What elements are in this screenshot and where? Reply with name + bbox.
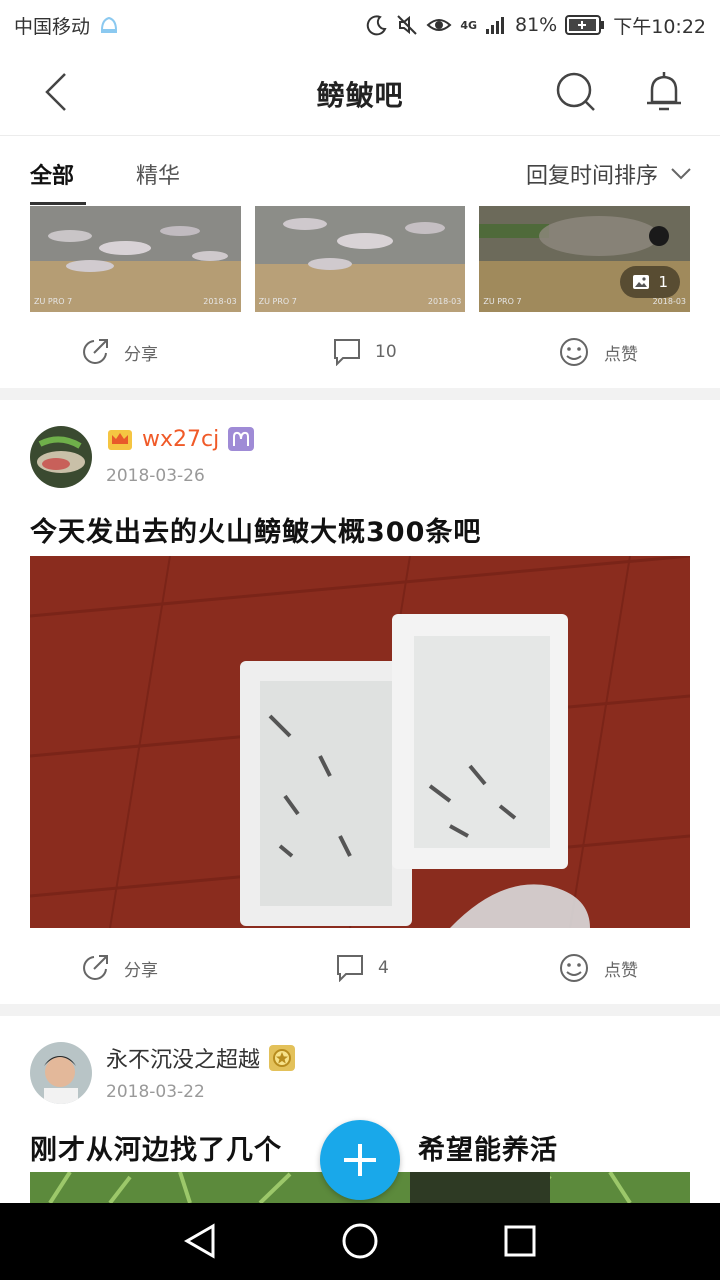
share-button[interactable]: 分享 bbox=[80, 940, 158, 996]
badge-medal-icon bbox=[269, 1045, 296, 1071]
search-button[interactable] bbox=[552, 68, 600, 116]
like-button[interactable]: 点赞 bbox=[558, 940, 638, 996]
comment-icon bbox=[334, 339, 360, 366]
carrier-label: 中国移动 bbox=[14, 15, 91, 38]
system-recents-button[interactable] bbox=[500, 1221, 540, 1261]
photo-date: 2018-03 bbox=[652, 297, 687, 306]
system-navigation-bar bbox=[0, 1203, 720, 1280]
share-icon bbox=[83, 955, 108, 980]
watermark: ZU PRO 7 bbox=[258, 297, 297, 306]
watermark: ZU PRO 7 bbox=[34, 297, 73, 306]
post-image[interactable] bbox=[30, 556, 690, 928]
bell-icon bbox=[647, 72, 681, 111]
clock: 下午10:22 bbox=[613, 15, 706, 38]
photo-date: 2018-03 bbox=[203, 297, 237, 306]
notification-button[interactable] bbox=[640, 68, 688, 116]
image-icon bbox=[633, 275, 650, 289]
watermark: ZU PRO 7 bbox=[483, 297, 522, 306]
new-post-button[interactable] bbox=[320, 1120, 400, 1200]
system-back-button[interactable] bbox=[180, 1221, 220, 1261]
status-bar: 中国移动 4G 81% 下午10:22 bbox=[0, 0, 720, 50]
battery-icon bbox=[565, 14, 605, 36]
sort-label: 回复时间排序 bbox=[525, 164, 658, 189]
person-avatar-image bbox=[30, 1042, 92, 1104]
image-count-badge: 1 bbox=[620, 266, 681, 298]
post-date: 2018-03-26 bbox=[106, 466, 205, 486]
tab-active-indicator bbox=[30, 202, 86, 205]
photo-date: 2018-03 bbox=[427, 297, 462, 306]
avatar[interactable] bbox=[30, 1042, 92, 1104]
like-label: 点赞 bbox=[604, 960, 638, 981]
tab-bar: 全部 精华 回复时间排序 bbox=[0, 136, 720, 206]
avatar[interactable] bbox=[30, 426, 92, 488]
share-label: 分享 bbox=[124, 344, 158, 365]
fish-avatar-image bbox=[30, 426, 92, 488]
tab-all[interactable]: 全部 bbox=[30, 158, 74, 190]
post-thumbnail[interactable]: ZU PRO 7 2018-03 bbox=[254, 206, 466, 312]
network-label: 4G bbox=[460, 18, 477, 32]
post-author-row: 永不沉没之超越 bbox=[106, 1042, 296, 1074]
username[interactable]: wx27cj bbox=[142, 427, 219, 452]
post-author-row: wx27cj bbox=[106, 426, 255, 452]
post-thumbnail[interactable]: ZU PRO 7 2018-03 1 bbox=[479, 206, 691, 312]
battery-percent: 81% bbox=[515, 14, 558, 36]
system-home-button[interactable] bbox=[340, 1221, 380, 1261]
circle-home-icon bbox=[342, 1223, 378, 1259]
comment-count: 4 bbox=[378, 958, 389, 978]
image-grid: ZU PRO 7 2018-03 ZU PRO 7 2018-03 ZU PRO… bbox=[30, 206, 691, 312]
comment-button[interactable]: 4 bbox=[336, 940, 389, 996]
like-button[interactable]: 点赞 bbox=[558, 324, 638, 380]
post-thumbnail[interactable]: ZU PRO 7 2018-03 bbox=[30, 206, 241, 312]
comment-button[interactable]: 10 bbox=[333, 324, 397, 380]
triangle-back-icon bbox=[183, 1223, 215, 1259]
like-icon bbox=[560, 338, 588, 366]
image-count: 1 bbox=[658, 273, 669, 291]
notification-icon bbox=[98, 14, 120, 36]
like-label: 点赞 bbox=[604, 344, 638, 365]
tab-featured[interactable]: 精华 bbox=[136, 158, 180, 190]
username[interactable]: 永不沉没之超越 bbox=[106, 1042, 260, 1074]
comment-count: 10 bbox=[375, 342, 397, 362]
post-action-bar: 分享 10 点赞 bbox=[0, 324, 720, 380]
divider bbox=[0, 388, 720, 400]
post-action-bar: 分享 4 点赞 bbox=[0, 940, 720, 996]
post-title-right: 希望能养活 bbox=[418, 1135, 558, 1166]
aries-zodiac-icon bbox=[228, 427, 255, 451]
sort-dropdown[interactable]: 回复时间排序 bbox=[526, 158, 692, 190]
share-icon bbox=[83, 339, 108, 364]
post-date: 2018-03-22 bbox=[106, 1082, 205, 1102]
divider bbox=[0, 1004, 720, 1016]
chevron-down-icon bbox=[671, 168, 691, 180]
share-label: 分享 bbox=[124, 960, 158, 981]
nav-bar: 鳑鲏吧 bbox=[0, 50, 720, 136]
like-icon bbox=[560, 954, 588, 982]
forum-title: 鳑鲏吧 bbox=[316, 79, 404, 112]
plus-icon bbox=[344, 1144, 376, 1176]
signal-icon bbox=[485, 15, 507, 35]
comment-icon bbox=[337, 955, 363, 982]
moon-icon bbox=[366, 14, 388, 36]
styrofoam-boxes-photo bbox=[30, 556, 690, 928]
mute-icon bbox=[396, 14, 418, 36]
post-title[interactable]: 今天发出去的火山鳑鲏大概300条吧 bbox=[30, 510, 481, 549]
post-title-left: 刚才从河边找了几个 bbox=[30, 1135, 282, 1166]
post-title[interactable]: 刚才从河边找了几个 bbox=[30, 1128, 282, 1167]
square-recents-icon bbox=[504, 1225, 536, 1257]
eye-icon bbox=[426, 15, 452, 35]
vip-crown-icon bbox=[108, 430, 132, 450]
search-icon bbox=[556, 72, 595, 111]
share-button[interactable]: 分享 bbox=[80, 324, 158, 380]
